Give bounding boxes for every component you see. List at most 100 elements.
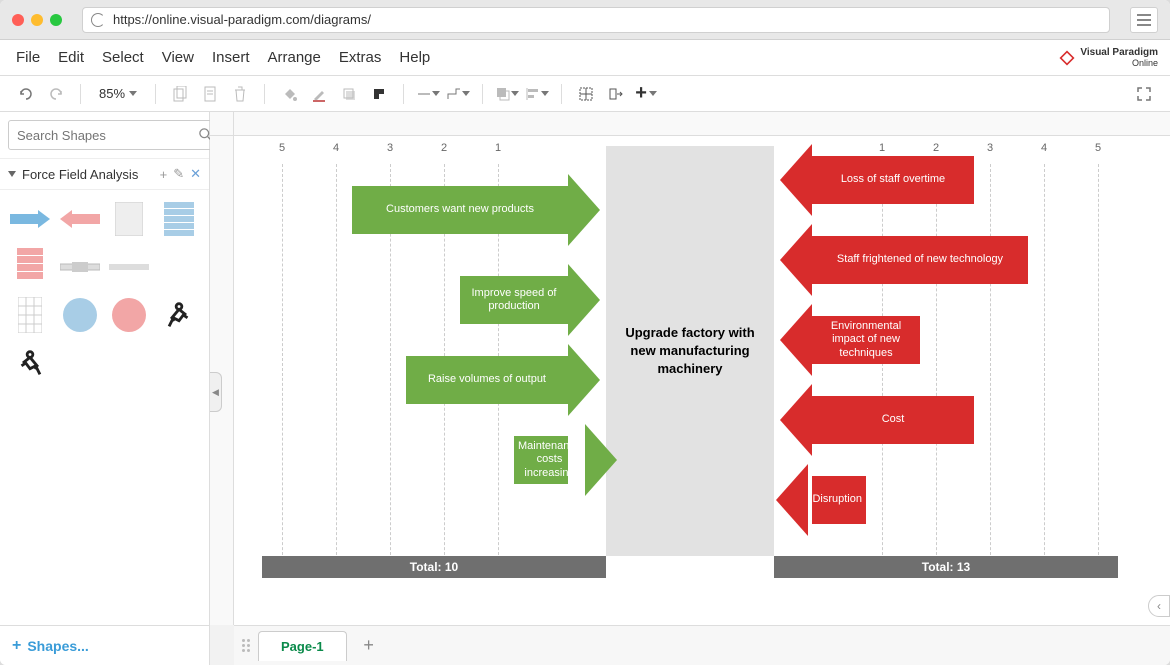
line-color-button[interactable] (307, 82, 331, 106)
arrow-head-icon (780, 144, 812, 216)
arrow-label: Raise volumes of output (406, 373, 568, 386)
zoom-selector[interactable]: 85% (93, 86, 143, 101)
arrow-label: Improve speed of production (460, 287, 568, 313)
arrow-label: Maintenance costs increasing (514, 440, 585, 480)
copy-button[interactable] (168, 82, 192, 106)
driving-force-arrow[interactable]: Improve speed of production (460, 276, 568, 324)
shapes-palette (0, 190, 209, 392)
fullscreen-button[interactable] (1132, 82, 1156, 106)
arrow-head-icon (776, 464, 808, 536)
plus-icon: + (12, 637, 21, 655)
close-icon[interactable]: ✕ (190, 166, 201, 182)
search-input[interactable] (17, 128, 193, 143)
plus-icon[interactable]: + (160, 167, 168, 182)
restraining-force-arrow[interactable]: Environmental impact of new techniques (812, 316, 920, 364)
url-text: https://online.visual-paradigm.com/diagr… (113, 12, 371, 27)
restraining-force-arrow[interactable]: Staff frightened of new technology (812, 236, 1028, 284)
shape-circle-blue[interactable] (58, 294, 102, 336)
fill-button[interactable] (277, 82, 301, 106)
more-shapes-button[interactable]: + Shapes... (0, 625, 209, 665)
ruler-horizontal (234, 112, 1170, 136)
arrow-label: Environmental impact of new techniques (812, 320, 920, 360)
tofront-button[interactable] (495, 82, 519, 106)
paste-button[interactable] (198, 82, 222, 106)
shape-grid[interactable] (8, 294, 52, 336)
shape-bar[interactable] (58, 246, 102, 288)
panel-header[interactable]: Force Field Analysis + ✎ ✕ (0, 158, 209, 190)
total-driving-bar[interactable]: Total: 10 (262, 556, 606, 578)
total-restraining-bar[interactable]: Total: 13 (774, 556, 1118, 578)
shape-stack-blue[interactable] (157, 198, 201, 240)
shadow-button[interactable] (337, 82, 361, 106)
insert-button[interactable]: + (634, 82, 658, 106)
menu-help[interactable]: Help (399, 49, 430, 66)
restraining-force-arrow[interactable]: Disruption (812, 476, 866, 524)
titlebar: https://online.visual-paradigm.com/diagr… (0, 0, 1170, 40)
waypoint-button[interactable] (446, 82, 470, 106)
driving-force-arrow[interactable]: Raise volumes of output (406, 356, 568, 404)
menu-arrange[interactable]: Arrange (268, 49, 321, 66)
menu-view[interactable]: View (162, 49, 194, 66)
grip-icon[interactable] (242, 639, 250, 652)
main-area: Force Field Analysis + ✎ ✕ (0, 112, 1170, 665)
arrow-head-icon (568, 174, 600, 246)
center-proposal-box[interactable]: Upgrade factory with new manufacturing m… (606, 146, 774, 556)
driving-force-arrow[interactable]: Maintenance costs increasing (514, 436, 568, 484)
align-button[interactable] (525, 82, 549, 106)
chevron-down-icon (462, 91, 470, 96)
connection-button[interactable] (416, 82, 440, 106)
canvas[interactable]: 5432112345Upgrade factory with new manuf… (234, 136, 1170, 625)
shape-bar-thin[interactable] (108, 246, 152, 288)
search-shapes-box[interactable] (8, 120, 222, 150)
collapse-sidebar-handle[interactable]: ◀ (210, 372, 222, 412)
menu-edit[interactable]: Edit (58, 49, 84, 66)
arrow-head-icon (780, 304, 812, 376)
canvas-area: ◀ 5432112345Upgrade factory with new man… (210, 112, 1170, 665)
driving-force-arrow[interactable]: Customers want new products (352, 186, 568, 234)
chevron-down-icon (541, 91, 549, 96)
shape-stack-red[interactable] (8, 246, 52, 288)
menu-file[interactable]: File (16, 49, 40, 66)
arrow-head-icon (780, 224, 812, 296)
undo-button[interactable] (14, 82, 38, 106)
sidebar: Force Field Analysis + ✎ ✕ (0, 112, 210, 665)
hamburger-menu-icon[interactable] (1130, 7, 1158, 33)
panel-title: Force Field Analysis (22, 167, 154, 182)
style-button[interactable] (367, 82, 391, 106)
window-controls (12, 14, 62, 26)
shape-person-push[interactable] (157, 294, 201, 336)
redo-button[interactable] (44, 82, 68, 106)
shape-person-pull[interactable] (8, 342, 52, 384)
shape-driving-arrow[interactable] (8, 198, 52, 240)
arrow-label: Customers want new products (352, 203, 568, 216)
add-page-button[interactable]: + (355, 632, 383, 660)
page-tab[interactable]: Page-1 (258, 631, 347, 661)
reload-icon[interactable] (91, 13, 105, 27)
delete-button[interactable] (228, 82, 252, 106)
maximize-window-button[interactable] (50, 14, 62, 26)
grid-button[interactable] (574, 82, 598, 106)
minimize-window-button[interactable] (31, 14, 43, 26)
menubar: File Edit Select View Insert Arrange Ext… (0, 40, 1170, 76)
expand-format-panel-handle[interactable]: ‹ (1148, 595, 1170, 617)
app-logo: Visual ParadigmOnline (1058, 47, 1158, 68)
shape-empty[interactable] (157, 246, 201, 288)
menu-insert[interactable]: Insert (212, 49, 250, 66)
restraining-force-arrow[interactable]: Cost (812, 396, 974, 444)
chevron-down-icon (129, 91, 137, 96)
shape-restraining-arrow[interactable] (58, 198, 102, 240)
address-bar[interactable]: https://online.visual-paradigm.com/diagr… (82, 7, 1110, 33)
snap-button[interactable] (604, 82, 628, 106)
menu-select[interactable]: Select (102, 49, 144, 66)
shape-center-box[interactable] (108, 198, 152, 240)
restraining-force-arrow[interactable]: Loss of staff overtime (812, 156, 974, 204)
shape-circle-red[interactable] (108, 294, 152, 336)
arrow-head-icon (780, 384, 812, 456)
chevron-down-icon (649, 91, 657, 96)
arrow-head-icon (585, 424, 617, 496)
arrow-label: Disruption (808, 493, 866, 506)
menu-extras[interactable]: Extras (339, 49, 382, 66)
ruler-corner (210, 112, 234, 136)
pencil-icon[interactable]: ✎ (173, 166, 184, 182)
close-window-button[interactable] (12, 14, 24, 26)
